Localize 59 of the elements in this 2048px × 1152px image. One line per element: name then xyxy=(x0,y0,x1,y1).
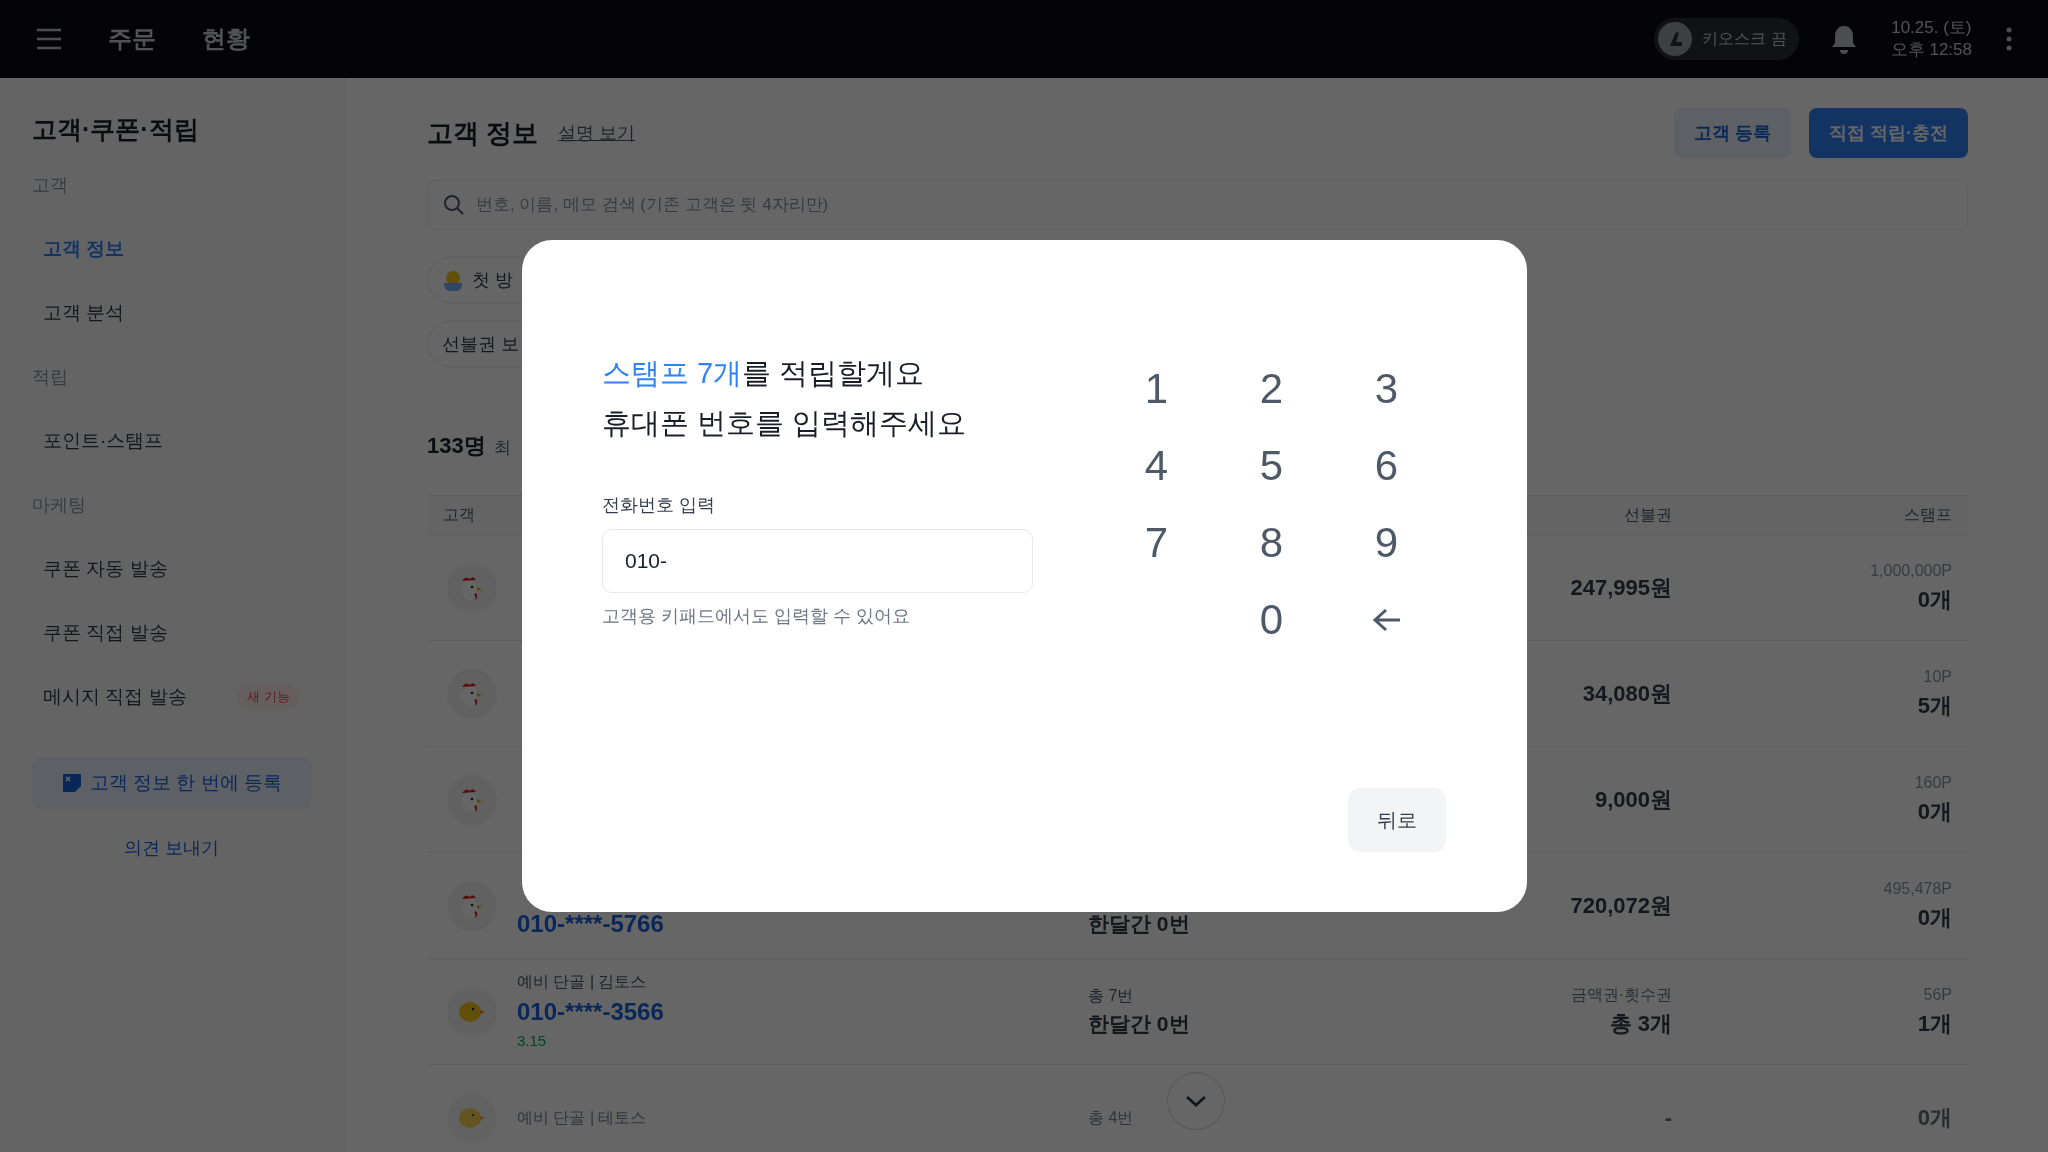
customer-phone: 010-****-5766 xyxy=(517,908,664,939)
stamp-count: 1개 xyxy=(1917,1010,1952,1038)
chick-icon xyxy=(442,269,464,291)
more-icon[interactable] xyxy=(2006,27,2012,51)
nav-tab[interactable]: 현황 xyxy=(202,21,250,57)
search-icon xyxy=(443,194,465,216)
bulk-register-button[interactable]: 고객 정보 한 번에 등록 xyxy=(32,757,312,809)
help-link[interactable]: 설명 보기 xyxy=(558,119,636,147)
sidebar-item[interactable]: 고객 정보 xyxy=(32,217,312,281)
field-hint: 고객용 키패드에서도 입력할 수 있어요 xyxy=(602,605,911,628)
prepaid-amount: 720,072원 xyxy=(1570,892,1672,920)
time-text: 오후 12:58 xyxy=(1890,39,1972,61)
visit-month: 한달간 0번 xyxy=(1088,910,1191,937)
prepaid-amount: 34,080원 xyxy=(1582,680,1672,708)
field-label: 전화번호 입력 xyxy=(602,494,716,517)
dialog-subtitle: 휴대폰 번호를 입력해주세요 xyxy=(602,406,968,441)
stamp-count: 0개 xyxy=(1917,586,1952,614)
page-title: 고객 정보 xyxy=(427,116,539,150)
charge-button[interactable]: 직접 적립·충전 xyxy=(1809,108,1968,158)
note-icon xyxy=(61,773,82,793)
new-badge: 새 기능 xyxy=(237,684,300,710)
visit-total: 총 7번 xyxy=(1088,985,1135,1006)
menu-icon[interactable] xyxy=(36,28,62,50)
sidebar-item[interactable]: 쿠폰 직접 발송 xyxy=(32,601,312,665)
keypad-key[interactable]: 3 xyxy=(1329,350,1444,427)
keypad-key[interactable]: 0 xyxy=(1214,581,1329,658)
dialog-title: 스탬프 7개를 적립할게요 xyxy=(602,356,926,391)
visit-month: 한달간 0번 xyxy=(1088,1010,1191,1037)
stamp-count: 0개 xyxy=(1917,1104,1952,1132)
prepaid-amount: 247,995원 xyxy=(1570,574,1672,602)
customer-count: 133명 xyxy=(427,432,486,460)
prepaid-amount: - xyxy=(1664,1104,1672,1132)
sidebar-item[interactable]: 쿠폰 자동 발송 xyxy=(32,537,312,601)
kiosk-icon xyxy=(1658,22,1693,56)
customer-phone: 010-****-3566 xyxy=(517,997,664,1028)
stamp-count: 5개 xyxy=(1917,692,1952,720)
back-button[interactable]: 뒤로 xyxy=(1348,788,1446,852)
visit-date: 3.15 xyxy=(517,1031,548,1052)
stamp-count: 0개 xyxy=(1917,798,1952,826)
sidebar-item[interactable]: 포인트·스탬프 xyxy=(32,409,312,473)
sidebar-title: 고객·쿠폰·적립 xyxy=(32,114,200,146)
nav-tab[interactable]: 주문 xyxy=(108,21,156,57)
date-text: 10.25. (토) xyxy=(1891,17,1972,39)
backspace-arrow-icon xyxy=(1371,606,1402,633)
stamp-count: 0개 xyxy=(1917,904,1952,932)
register-button[interactable]: 고객 등록 xyxy=(1674,108,1791,158)
sidebar-item[interactable]: 메시지 직접 발송 새 기능 xyxy=(32,665,312,729)
keypad-key[interactable]: 2 xyxy=(1214,350,1329,427)
sort-label: 최 xyxy=(493,437,511,459)
chevron-down-icon xyxy=(1185,1095,1207,1107)
prepaid-amount: 9,000원 xyxy=(1594,786,1672,814)
kiosk-toggle[interactable]: 키오스크 끔 xyxy=(1654,18,1799,60)
sidebar-item[interactable]: 고객 분석 xyxy=(32,281,312,345)
bell-icon[interactable] xyxy=(1830,24,1857,54)
phone-field[interactable]: 010- xyxy=(602,529,1033,593)
prepaid-amount: 총 3개 xyxy=(1609,1010,1672,1038)
keypad-key[interactable]: 1 xyxy=(1099,350,1214,427)
customer-group: 예비 단골 | 김토스 xyxy=(517,970,664,995)
prepaid-label: 금액권·횟수권 xyxy=(1570,985,1672,1005)
